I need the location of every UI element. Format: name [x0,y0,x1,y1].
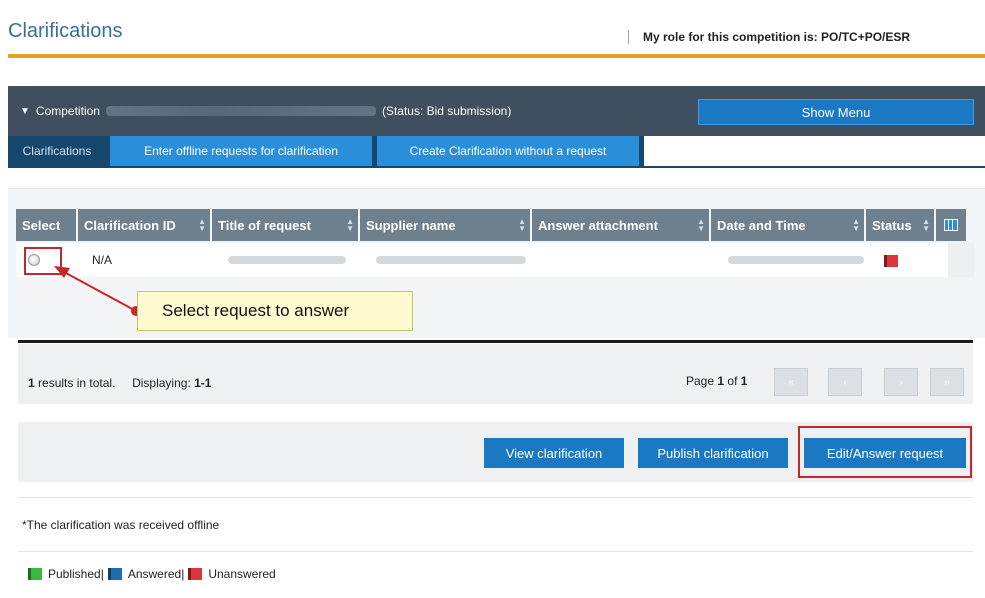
cell-title-redacted [228,256,346,264]
show-menu-button[interactable]: Show Menu [698,99,974,125]
tab-clarifications[interactable]: Clarifications [8,136,106,166]
sort-icon[interactable]: ▲ ▼ [922,218,930,233]
header-divider [8,54,985,58]
page-total: 1 [740,374,748,388]
column-select: Select [16,209,78,241]
displaying-range: 1-1 [194,376,212,390]
column-title-of-request[interactable]: Title of request ▲ ▼ [212,209,360,241]
legend-answered: Answered| [127,566,185,581]
published-flag-icon [28,567,42,580]
competition-status: (Status: Bid submission) [381,104,512,118]
page-title: Clarifications [8,20,123,42]
status-legend: Published| Answered| Unanswered [18,551,973,595]
answered-flag-icon [107,567,122,580]
results-suffix: results in total. [38,376,116,390]
column-supplier-name-label: Supplier name [366,217,456,233]
column-answer-attachment[interactable]: Answer attachment ▲ ▼ [532,209,711,241]
competition-bar: ▼ Competition (Status: Bid submission) S… [8,86,985,136]
tab-bar-empty [644,136,985,166]
radio-highlight-box [24,247,62,275]
first-page-icon[interactable]: « [774,368,808,396]
competition-label: Competition [35,104,100,118]
sort-icon[interactable]: ▲ ▼ [346,218,354,233]
table-row[interactable]: N/A [16,243,974,277]
column-status-label: Status [872,217,912,233]
offline-note: *The clarification was received offline [18,497,973,542]
displaying-label: Displaying: [132,376,191,390]
unanswered-flag-icon [188,567,203,580]
publish-clarification-button[interactable]: Publish clarification [638,438,788,468]
sort-icon[interactable]: ▲ ▼ [852,218,860,233]
column-clarification-id-label: Clarification ID [84,217,176,233]
column-status[interactable]: Status ▲ ▼ [866,209,936,241]
column-date-and-time-label: Date and Time [717,217,806,233]
next-page-icon[interactable]: › [884,368,918,396]
actions-bar: View clarification Publish clarification… [18,422,973,482]
tab-create-clarification[interactable]: Create Clarification without a request [377,136,639,166]
results-divider [18,340,973,343]
view-clarification-button[interactable]: View clarification [484,438,624,468]
role-label: My role for this competition is: [643,30,818,44]
cell-clarification-id: N/A [92,253,113,267]
pager-text: Page 1 of 1 [686,374,747,388]
cell-date-redacted [728,256,864,264]
grid-header: Select Clarification ID ▲ ▼ Title of reque… [16,209,968,241]
cell-supplier-redacted [376,256,526,264]
column-title-of-request-label: Title of request [218,217,311,233]
page-label: Page [686,374,715,388]
sort-icon[interactable]: ▲ ▼ [697,218,705,233]
column-date-and-time[interactable]: Date and Time ▲ ▼ [711,209,866,241]
tab-enter-offline-requests[interactable]: Enter offline requests for clarification [110,136,372,166]
page-of: of [727,374,738,388]
column-clarification-id[interactable]: Clarification ID ▲ ▼ [78,209,212,241]
prev-page-icon[interactable]: ‹ [828,368,862,396]
sort-icon[interactable]: ▲ ▼ [518,218,526,233]
unanswered-flag-icon [884,253,900,267]
results-bar: 1 results in total. Displaying: 1-1 Page… [18,344,973,404]
legend-unanswered: Unanswered [208,566,276,581]
tab-bar: Clarifications Enter offline requests fo… [8,136,985,168]
column-chooser-icon[interactable] [936,209,968,241]
edit-button-highlight-box [798,426,972,478]
role-indicator: My role for this competition is: PO/TC+P… [628,30,910,44]
caret-down-icon[interactable]: ▼ [20,106,30,117]
competition-toggle[interactable]: ▼ Competition (Status: Bid submission) [20,104,511,118]
results-count: 1 [28,376,35,390]
column-answer-attachment-label: Answer attachment [538,217,658,233]
last-page-icon[interactable]: » [930,368,964,396]
competition-name-redacted [105,106,376,116]
legend-published: Published| [48,566,104,581]
callout-select-request: Select request to answer [137,291,413,331]
column-supplier-name[interactable]: Supplier name ▲ ▼ [360,209,532,241]
results-summary: 1 results in total. Displaying: 1-1 [28,376,211,390]
sort-icon[interactable]: ▲ ▼ [198,218,206,233]
role-value: PO/TC+PO/ESR [821,30,911,44]
page-current: 1 [717,374,725,388]
row-end-cell [948,243,974,277]
